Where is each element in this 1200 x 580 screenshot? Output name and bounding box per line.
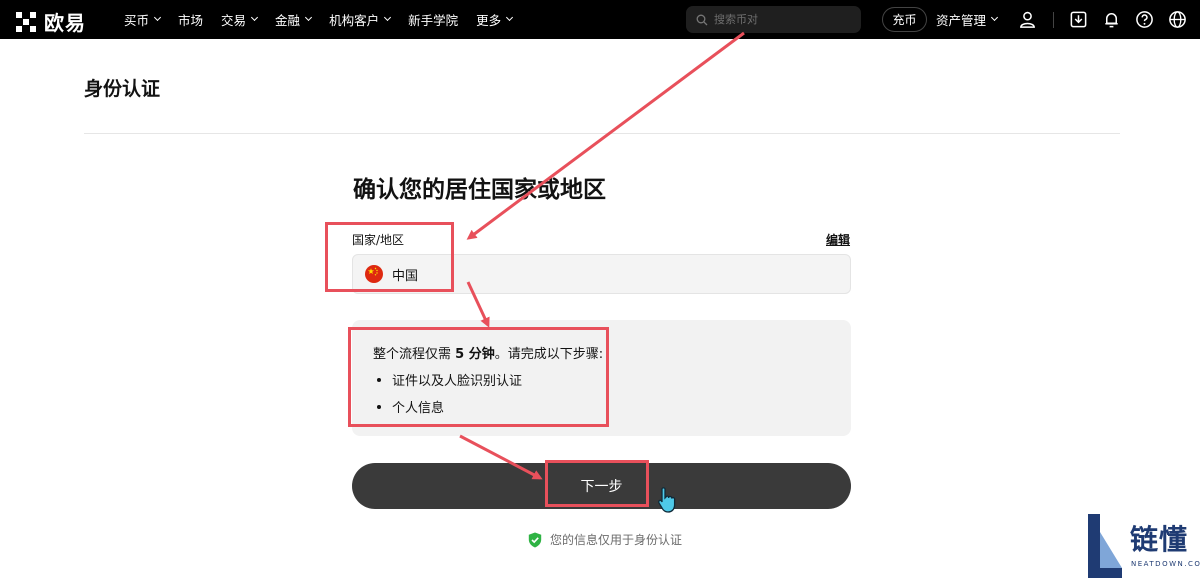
chevron-down-icon — [305, 13, 313, 22]
step-item: 证件以及人脸识别认证 — [377, 370, 522, 389]
nav-label: 金融 — [275, 13, 301, 28]
watermark-subtext: NEATDOWN.COM — [1131, 560, 1200, 568]
top-navigation-bar: 欧易 买币 市场 交易 金融 机构客户 新手学院 更多 充币 资产管理 — [0, 0, 1200, 39]
nav-item-academy[interactable]: 新手学院 — [408, 10, 458, 29]
okx-logo-icon — [16, 11, 36, 32]
nav-item-more[interactable]: 更多 — [476, 10, 514, 29]
shield-check-icon — [528, 532, 542, 547]
search-icon — [696, 14, 708, 25]
intro-suffix: 。请完成以下步骤: — [494, 347, 604, 362]
intro-prefix: 整个流程仅需 — [373, 347, 456, 362]
nav-label: 交易 — [221, 13, 247, 28]
step-label: 个人信息 — [392, 401, 445, 416]
step-label: 证件以及人脸识别认证 — [392, 374, 523, 389]
process-intro: 整个流程仅需 5 分钟。请完成以下步骤: — [373, 343, 603, 362]
privacy-text: 您的信息仅用于身份认证 — [550, 533, 683, 547]
edit-country-link[interactable]: 编辑 — [826, 231, 850, 248]
nav-divider — [1053, 12, 1054, 28]
arrow-search-to-country — [466, 31, 745, 240]
watermark-text: 链懂 — [1130, 523, 1189, 556]
asset-menu-label: 资产管理 — [936, 13, 987, 28]
next-step-button[interactable]: 下一步 — [352, 463, 851, 509]
country-value: 中国 — [392, 268, 419, 284]
nav-label: 更多 — [476, 13, 502, 28]
nav-item-institutional[interactable]: 机构客户 — [329, 10, 392, 29]
chevron-down-icon — [251, 13, 259, 22]
bell-icon[interactable] — [1102, 10, 1121, 29]
intro-duration: 5 分钟 — [455, 347, 495, 362]
help-icon[interactable] — [1135, 10, 1154, 29]
page-title: 身份认证 — [84, 78, 161, 100]
china-flag-icon — [365, 265, 383, 283]
chevron-down-icon — [506, 13, 514, 22]
country-field[interactable]: 中国 — [352, 254, 851, 294]
main-nav: 买币 市场 交易 金融 机构客户 新手学院 更多 — [124, 0, 530, 39]
privacy-note: 您的信息仅用于身份认证 — [528, 531, 682, 548]
nav-label: 市场 — [178, 13, 204, 28]
country-field-label: 国家/地区 — [352, 233, 405, 247]
step-item: 个人信息 — [377, 397, 444, 416]
download-icon[interactable] — [1069, 10, 1088, 29]
bullet-icon — [377, 404, 381, 409]
nav-label: 买币 — [124, 13, 150, 28]
process-info-box: 整个流程仅需 5 分钟。请完成以下步骤: 证件以及人脸识别认证 个人信息 — [352, 320, 851, 436]
globe-icon[interactable] — [1168, 10, 1187, 29]
user-icon[interactable] — [1018, 10, 1037, 29]
nav-label: 机构客户 — [329, 13, 380, 28]
nav-item-buy-crypto[interactable]: 买币 — [124, 10, 162, 29]
search-input[interactable] — [714, 13, 854, 26]
chevron-down-icon — [153, 13, 162, 22]
asset-management-menu[interactable]: 资产管理 — [936, 0, 999, 39]
nav-label: 新手学院 — [408, 13, 459, 28]
nav-item-finance[interactable]: 金融 — [275, 10, 313, 29]
deposit-button[interactable]: 充币 — [882, 7, 927, 32]
chevron-down-icon — [990, 13, 999, 22]
section-heading: 确认您的居住国家或地区 — [353, 177, 606, 203]
chevron-down-icon — [384, 13, 392, 22]
logo-text: 欧易 — [44, 11, 86, 35]
nav-item-markets[interactable]: 市场 — [178, 10, 203, 29]
bullet-icon — [377, 377, 381, 382]
header-divider — [84, 133, 1120, 134]
nav-item-trade[interactable]: 交易 — [221, 10, 259, 29]
logo[interactable]: 欧易 — [14, 7, 86, 36]
search-box[interactable] — [686, 6, 861, 33]
